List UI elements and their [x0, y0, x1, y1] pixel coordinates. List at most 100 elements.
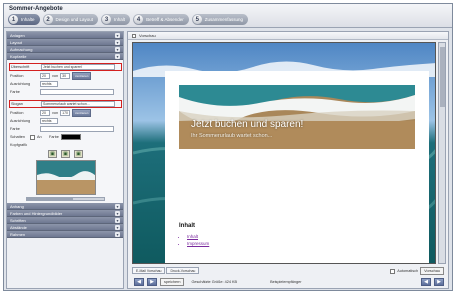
accordion-label: Rahmen: [10, 231, 26, 237]
slogan-farbe-row: Farbe: [10, 125, 121, 133]
preview-header: Vorschau: [128, 32, 448, 40]
ueberschrift-input[interactable]: Jetzt buchen und sparen!: [41, 64, 115, 70]
accordion-label: Farben und Hintergrundbilder: [10, 210, 63, 216]
wizard-footer: ◀ ▶ speichern Geschätzte Größe: 424 KB B…: [130, 276, 448, 288]
banner-title: Jetzt buchen und sparen!: [191, 119, 304, 130]
ausrichtung-select[interactable]: rechts: [40, 81, 58, 87]
kopfzeile-panel: Überschrift Jetzt buchen und sparen! Pos…: [7, 60, 123, 203]
wizard-step-2[interactable]: 2 Design und Layout: [42, 14, 99, 25]
step-number: 1: [9, 15, 18, 24]
schatten-checkbox[interactable]: [30, 134, 35, 140]
slogan-ausrichtung-label: Ausrichtung: [10, 119, 31, 123]
preview-title: Vorschau: [139, 33, 156, 38]
prev-page-icon[interactable]: ◀: [421, 278, 431, 286]
farbe-row: Farbe: [10, 88, 121, 96]
chevron-down-icon: ▾: [115, 231, 120, 237]
schatten-label: Schatten: [10, 135, 25, 139]
content-heading: Inhalt: [179, 223, 195, 229]
slogan-position-unit: von: [52, 111, 59, 115]
thumbnail-scrollbar[interactable]: [26, 197, 105, 201]
accordion-header[interactable]: Anhang ▾: [7, 203, 123, 210]
preview-pane: Vorschau Jetzt buchen und sparen! Ihr So…: [127, 31, 449, 289]
position-row: Position 20 von 30 zentrieren: [10, 72, 121, 80]
auto-preview-control: Automatisch Vorschau: [390, 267, 444, 275]
slogan-ausrichtung-row: Ausrichtung rechts: [10, 117, 121, 125]
step-label: Inhalt: [114, 17, 126, 22]
accordion-header[interactable]: Farben und Hintergrundbilder ▾: [7, 210, 123, 217]
kopfgrafik-thumbnail[interactable]: [10, 159, 121, 196]
accordion-header[interactable]: Kopfzeile ▾: [7, 53, 123, 60]
slogan-zentrieren-button[interactable]: zentrieren: [72, 109, 92, 117]
chevron-down-icon: ▾: [115, 203, 120, 209]
slogan-position-row: Position 20 von 170 zentrieren: [10, 109, 121, 117]
image-remove-icon[interactable]: ▣: [74, 150, 83, 158]
accordion-header[interactable]: Schriften ▾: [7, 217, 123, 224]
image-add-icon[interactable]: ▣: [61, 150, 70, 158]
beach-image: [179, 85, 415, 149]
slogan-position-x-input[interactable]: 20: [40, 110, 50, 116]
slogan-input[interactable]: Sommerurlaub wartet schon...: [41, 101, 115, 107]
content-link[interactable]: Inhalt: [187, 234, 209, 239]
farbe-input[interactable]: [40, 89, 114, 95]
wizard-step-3[interactable]: 3 Inhalt: [101, 14, 131, 25]
schatten-color-swatch[interactable]: [61, 134, 81, 140]
auto-checkbox[interactable]: [390, 268, 396, 274]
step-number: 4: [134, 15, 144, 24]
kopfgrafik-actions: ▣ ▣ ▣: [10, 149, 121, 159]
step-number: 2: [43, 15, 53, 24]
wizard-step-1[interactable]: 1 Inhalte: [8, 14, 40, 25]
speichern-button[interactable]: speichern: [160, 278, 185, 286]
accordion-header[interactable]: Abstände ▾: [7, 224, 123, 231]
accordion-header[interactable]: Aufmachung ▾: [7, 46, 123, 53]
preview-tabs: E-Mail Vorschau Druck-Vorschau: [132, 267, 200, 274]
accordion-header[interactable]: Anlagen ▾: [7, 32, 123, 39]
step-number: 5: [192, 15, 202, 24]
accordion-label: Schriften: [10, 217, 26, 223]
wizard-step-5[interactable]: 5 Zusammenfassung: [191, 14, 249, 25]
position-y-input[interactable]: 30: [60, 73, 71, 79]
wizard-steps: 1 Inhalte 2 Design und Layout 3 Inhalt 4 Betref…: [8, 14, 249, 25]
wizard-step-4[interactable]: 4 Betreff & Absender: [133, 14, 189, 25]
vorschau-button[interactable]: Vorschau: [420, 267, 444, 275]
chevron-down-icon: ▾: [115, 39, 120, 45]
zentrieren-button[interactable]: zentrieren: [72, 72, 92, 80]
next-page-icon[interactable]: ▶: [434, 278, 444, 286]
kopfgrafik-label: Kopfgrafik: [10, 143, 28, 147]
step-label: Betreff & Absender: [146, 17, 184, 22]
collapse-icon[interactable]: [132, 33, 136, 38]
ueberschrift-label: Überschrift: [11, 65, 30, 69]
newsletter-page: Jetzt buchen und sparen! Ihr Sommerurlau…: [165, 71, 429, 263]
slogan-farbe-input[interactable]: [40, 126, 114, 132]
position-unit: von: [52, 74, 59, 78]
slogan-row: Slogan Sommerurlaub wartet schon...: [9, 100, 122, 108]
ausrichtung-row: Ausrichtung rechts: [10, 80, 121, 88]
slogan-position-y-input[interactable]: 170: [60, 110, 71, 116]
step-label: Inhalte: [21, 17, 35, 22]
accordion-label: Anlagen: [10, 32, 25, 38]
accordion-top: Anlagen ▾ Layout ▾ Aufmachung ▾ Kopfzeile ▾: [7, 32, 123, 60]
arrow-right-icon[interactable]: ▶: [147, 278, 157, 286]
preview-tab[interactable]: E-Mail Vorschau: [132, 267, 166, 274]
slogan-label: Slogan: [11, 102, 23, 106]
accordion-header[interactable]: Layout ▾: [7, 39, 123, 46]
chevron-down-icon: ▾: [115, 217, 120, 223]
preview-tab[interactable]: Druck-Vorschau: [166, 267, 200, 274]
step-number: 3: [102, 15, 112, 24]
image-open-icon[interactable]: ▣: [48, 150, 57, 158]
farbe-label: Farbe: [10, 90, 20, 94]
test-recipient: Beispielempfänger: [270, 280, 302, 284]
arrow-left-icon[interactable]: ◀: [134, 278, 144, 286]
accordion-header[interactable]: Rahmen ▾: [7, 231, 123, 238]
preview-scrollbar[interactable]: [438, 42, 446, 264]
preview-canvas: Jetzt buchen und sparen! Ihr Sommerurlau…: [132, 42, 436, 264]
position-x-input[interactable]: 20: [40, 73, 50, 79]
step-label: Zusammenfassung: [204, 17, 244, 22]
header-banner: Jetzt buchen und sparen! Ihr Sommerurlau…: [179, 85, 415, 149]
thumbnail-image: [35, 160, 96, 195]
accordion-label: Abstände: [10, 224, 27, 230]
content-link[interactable]: Impressum: [187, 241, 209, 246]
slogan-ausrichtung-select[interactable]: rechts: [40, 118, 58, 124]
kopfgrafik-row: Kopfgrafik: [10, 141, 121, 149]
schatten-farbe-label: Farbe: [49, 135, 59, 139]
position-label: Position: [10, 74, 24, 78]
